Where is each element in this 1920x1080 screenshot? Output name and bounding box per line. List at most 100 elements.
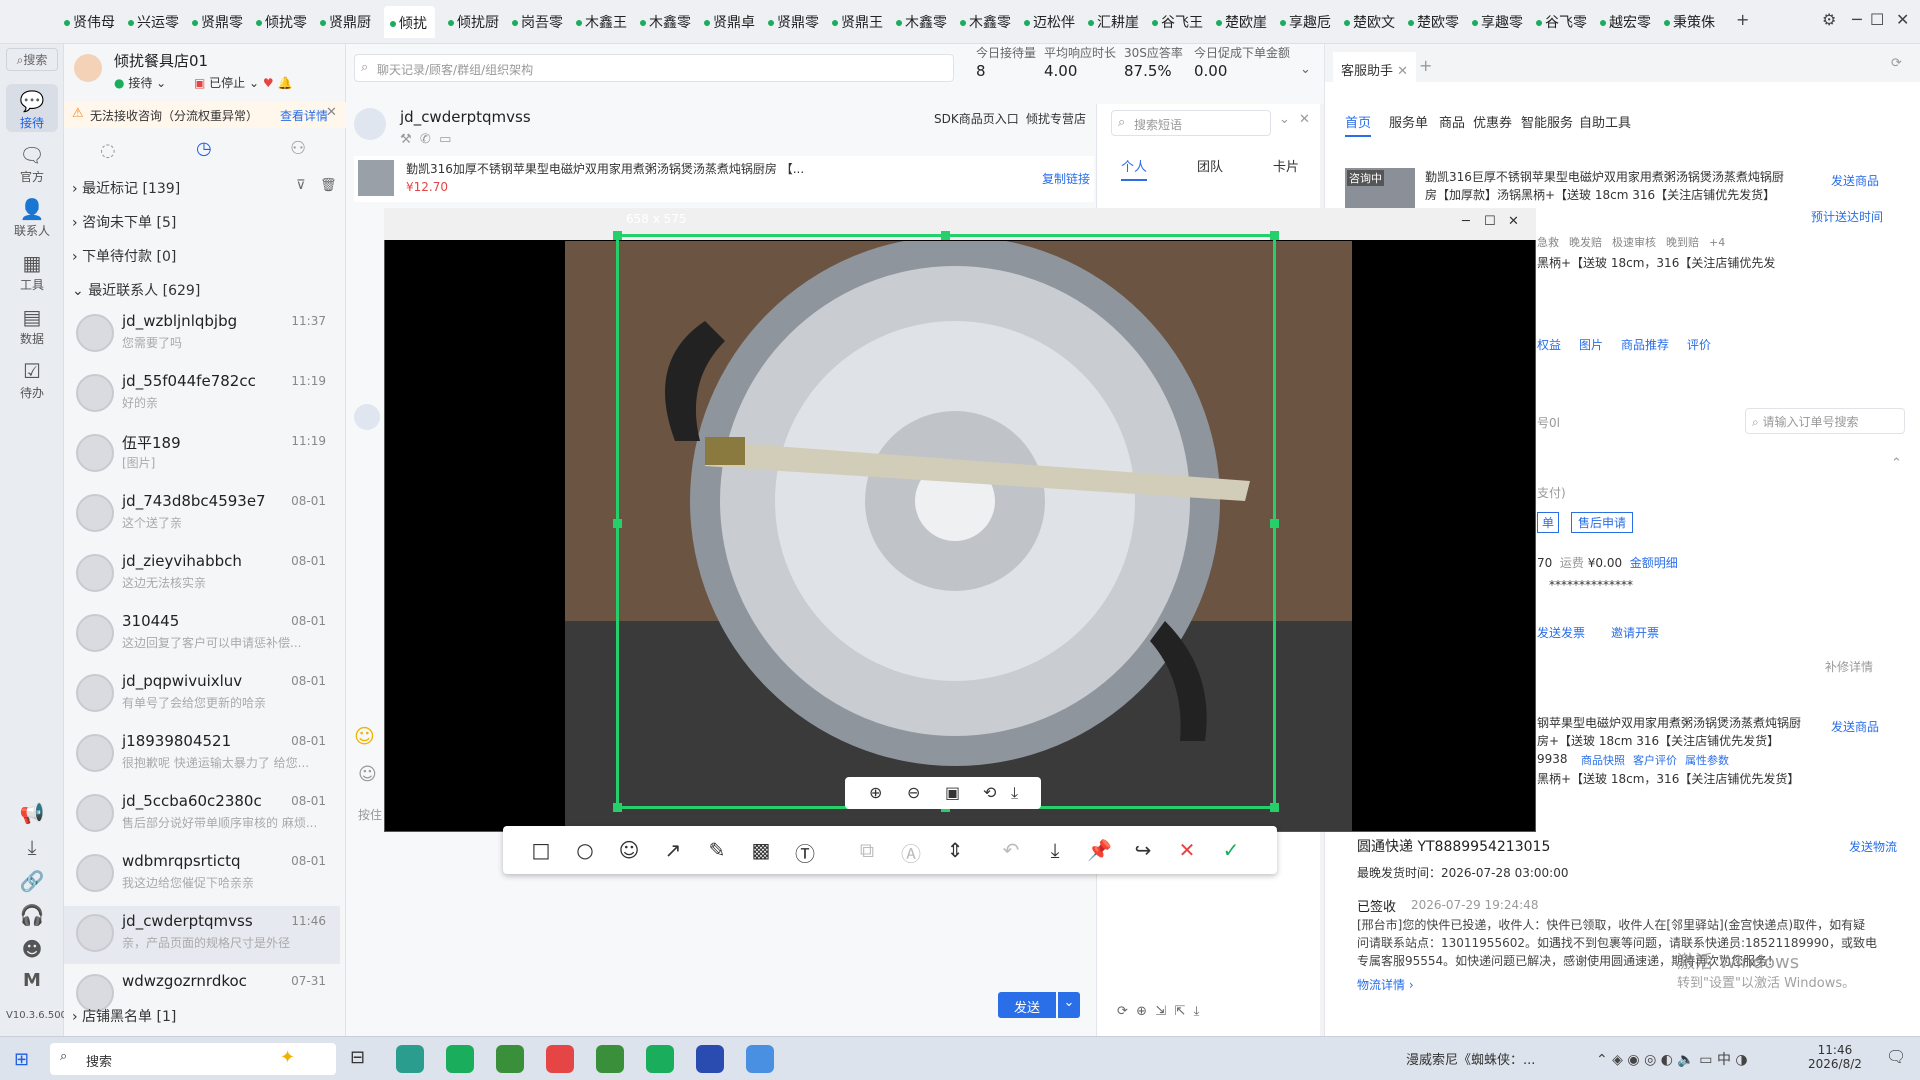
phrase-tools[interactable]: ⟳ ⊕ ⇲ ⇱ ⤓ <box>1117 1004 1199 1019</box>
assistant-nav-3[interactable]: 优惠券 <box>1473 112 1512 131</box>
crop-handle[interactable] <box>1270 803 1279 812</box>
assistant-nav-1[interactable]: 服务单 <box>1389 112 1428 131</box>
group-icon[interactable]: ⚇ <box>290 138 306 159</box>
add-assistant-tab[interactable]: + <box>1419 56 1432 75</box>
tab-23[interactable]: 谷飞零 <box>1536 12 1587 34</box>
contact-item[interactable]: j18939804521 08-01 很抱歉呢 快递运输太暴力了 给您... <box>64 726 340 784</box>
contact-item[interactable]: jd_55f044fe782cc 11:19 好的亲 <box>64 366 340 424</box>
section-marked[interactable]: › 最近标记 [139] <box>72 178 180 198</box>
send-product-button-2[interactable]: 发送商品 <box>1831 718 1879 735</box>
viewer-minimize-icon[interactable]: ─ <box>1462 214 1470 229</box>
send-options-button[interactable]: ⌄ <box>1058 992 1080 1018</box>
crop-selection[interactable] <box>613 231 1279 812</box>
pin-icon[interactable]: 📌 <box>1087 838 1112 862</box>
tab-18[interactable]: 楚欧崖 <box>1216 12 1267 34</box>
stats-collapse-icon[interactable]: ⌄ <box>1300 62 1311 77</box>
phrase-tab-personal[interactable]: 个人 <box>1121 156 1148 181</box>
trash-icon[interactable]: 🗑 <box>320 178 337 193</box>
zoom-in-icon[interactable]: ⊕ <box>869 783 882 802</box>
section-unpaid[interactable]: › 下单待付款 [0] <box>72 246 176 266</box>
clock-icon[interactable]: ◷ <box>196 138 212 159</box>
tab-7[interactable]: 岗吾零 <box>512 12 563 34</box>
wechat-icon[interactable] <box>446 1045 474 1073</box>
product-link[interactable]: 权益 <box>1537 338 1561 352</box>
tab-5[interactable]: 倾扰 <box>384 6 435 38</box>
service-tag[interactable]: 晚到赔 <box>1666 236 1699 249</box>
estimate-link[interactable]: 预计送达时间 <box>1811 208 1883 225</box>
service-tag[interactable]: 极速审核 <box>1612 236 1656 249</box>
m-icon[interactable]: M <box>6 970 58 991</box>
product-links[interactable]: 权益 图片 商品推荐 评价 <box>1537 336 1729 353</box>
tab-9[interactable]: 木鑫零 <box>640 12 691 34</box>
contact-item[interactable]: jd_zieyvihabbch 08-01 这边无法核实亲 <box>64 546 340 604</box>
link-icon[interactable]: 🔗 <box>6 868 58 894</box>
arrow-icon[interactable]: ↗ <box>661 838 685 862</box>
tab-4[interactable]: 贤鼎厨 <box>320 12 371 34</box>
minimize-button[interactable]: ─ <box>1852 10 1862 29</box>
contact-item[interactable]: jd_pqpwivuixluv 08-01 有单号了会给您更新的哈亲 <box>64 666 340 724</box>
order-button[interactable]: 单 <box>1537 512 1560 533</box>
clock[interactable]: 11:46 2026/8/2 <box>1808 1043 1862 1071</box>
refresh-icon[interactable]: ⟳ <box>1891 56 1902 71</box>
rail-item-todo[interactable]: ☑ 待办 <box>6 358 58 401</box>
contact-item[interactable]: wdbmrqpsrtictq 08-01 我这边给您催促下哈亲亲 <box>64 846 340 904</box>
tab-13[interactable]: 木鑫零 <box>896 12 947 34</box>
tab-0[interactable]: 贤伟母 <box>64 12 115 34</box>
task-view-icon[interactable]: ⊟ <box>350 1047 365 1068</box>
add-tab-icon[interactable]: + <box>1736 10 1749 29</box>
app-star-icon[interactable] <box>496 1045 524 1073</box>
rail-item-tools[interactable]: ▦ 工具 <box>6 250 58 293</box>
rail-item-reception[interactable]: 💬 接待 <box>6 84 58 132</box>
crop-handle[interactable] <box>613 231 622 240</box>
robot-icon[interactable]: ☻ <box>6 936 58 962</box>
text-icon[interactable]: Ⓣ <box>793 838 817 867</box>
send-logistics-link[interactable]: 发送物流 <box>1849 838 1897 855</box>
tab-24[interactable]: 越宏零 <box>1600 12 1651 34</box>
sdk-entry[interactable]: SDK商品页入口 <box>934 110 1019 127</box>
emoji-icon[interactable]: ☺ <box>354 724 375 748</box>
crop-handle[interactable] <box>1270 519 1279 528</box>
section-blacklist[interactable]: › 店铺黑名单 [1] <box>72 1006 176 1026</box>
confirm-icon[interactable]: ✓ <box>1219 838 1243 862</box>
rotate-icon[interactable]: ⟲ <box>983 783 996 802</box>
logistics-detail-link[interactable]: 物流详情 › <box>1357 976 1414 993</box>
order-search-input[interactable]: ⌕ 请输入订单号搜索 <box>1745 408 1905 434</box>
send-invoice-link[interactable]: 发送发票 <box>1537 624 1585 641</box>
windows-start-icon[interactable]: ⊞ <box>14 1049 29 1070</box>
contact-item[interactable]: jd_743d8bc4593e7 08-01 这个送了亲 <box>64 486 340 544</box>
send-button[interactable]: 发送 <box>998 992 1056 1018</box>
send-product-button[interactable]: 发送商品 <box>1831 172 1879 189</box>
assistant-tab[interactable]: 客服助手 ✕ <box>1333 52 1417 82</box>
rail-search[interactable]: ⌕搜索 <box>6 48 58 71</box>
contact-item[interactable]: jd_wzbljnlqbjbg 11:37 您需要了吗 <box>64 306 340 364</box>
app-green-icon[interactable] <box>646 1045 674 1073</box>
status-stop[interactable]: ▣ 已停止 ⌄ ♥ 🔔 <box>194 74 292 91</box>
product-link[interactable]: 评价 <box>1687 338 1711 352</box>
section-no-order[interactable]: › 咨询未下单 [5] <box>72 212 176 232</box>
crop-handle[interactable] <box>941 231 950 240</box>
undo-icon[interactable]: ↶ <box>999 838 1023 862</box>
viewer-close-icon[interactable]: ✕ <box>1508 214 1519 229</box>
contact-item[interactable]: jd_5ccba60c2380c 08-01 售后部分说好带单顺序审核的 麻烦... <box>64 786 340 844</box>
tab-20[interactable]: 楚欧文 <box>1344 12 1395 34</box>
app-m-icon[interactable] <box>696 1045 724 1073</box>
tray-icons[interactable]: ⌃ ◈ ◉ ◎ ◐ 🔈 ▭ 中 ◑ <box>1596 1049 1748 1069</box>
product-link[interactable]: 图片 <box>1579 338 1603 352</box>
tab-6[interactable]: 倾扰厨 <box>448 12 499 34</box>
tab-8[interactable]: 木鑫王 <box>576 12 627 34</box>
pencil-icon[interactable]: ✎ <box>705 838 729 862</box>
invite-invoice-link[interactable]: 邀请开票 <box>1611 624 1659 641</box>
aftersale-button[interactable]: 售后申请 <box>1571 512 1634 533</box>
music-ticker[interactable]: 漫威索尼《蜘蛛侠：... <box>1406 1049 1535 1068</box>
edge-icon[interactable] <box>396 1045 424 1073</box>
headset-icon[interactable]: 🎧 <box>6 902 58 928</box>
smiley-icon[interactable]: ☺ <box>358 764 377 785</box>
tab-17[interactable]: 谷飞王 <box>1152 12 1203 34</box>
viewer-maximize-icon[interactable]: ☐ <box>1484 214 1496 229</box>
product2-link[interactable]: 商品快照 <box>1581 754 1625 767</box>
announce-icon[interactable]: 📢 <box>6 800 58 826</box>
tab-15[interactable]: 迈松伴 <box>1024 12 1075 34</box>
mosaic-icon[interactable]: ▩ <box>749 838 773 862</box>
tab-10[interactable]: 贤鼎卓 <box>704 12 755 34</box>
app-star2-icon[interactable] <box>596 1045 624 1073</box>
